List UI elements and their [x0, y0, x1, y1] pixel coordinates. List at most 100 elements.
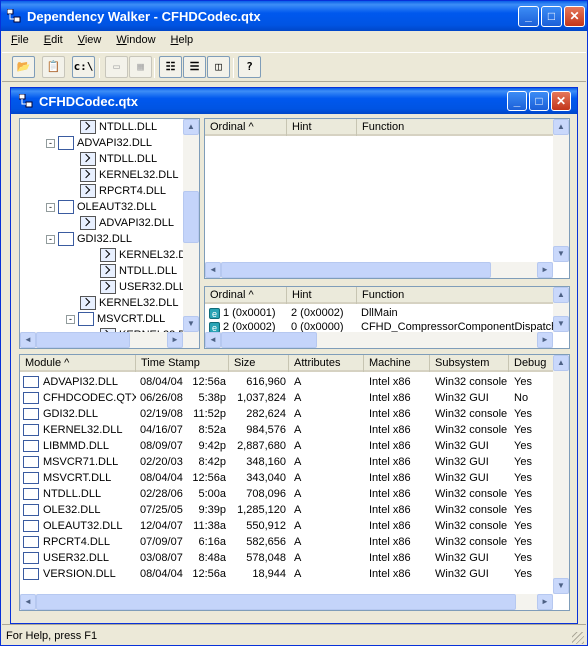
module-list[interactable]: Module ^ Time Stamp Size Attributes Mach… — [19, 354, 570, 611]
scroll-right-arrow-icon[interactable]: ► — [537, 262, 553, 278]
maximize-button[interactable]: □ — [541, 6, 562, 27]
col-size[interactable]: Size — [229, 355, 289, 372]
tree-node[interactable]: NTDLL.DLL — [80, 152, 157, 168]
module-row[interactable]: RPCRT4.DLL 07/09/07 6:16a 582,656 A Intel x86… — [20, 535, 555, 551]
col-subsystem[interactable]: Subsystem — [430, 355, 509, 372]
scroll-right-arrow-icon[interactable]: ► — [167, 332, 183, 348]
scroll-left-arrow-icon[interactable]: ◄ — [205, 262, 221, 278]
imports-hscroll-thumb[interactable] — [221, 262, 491, 278]
exports-list[interactable]: Ordinal ^ Hint Function e1 (0x0001) 2 (0x… — [204, 286, 570, 349]
col-machine[interactable]: Machine — [364, 355, 430, 372]
tree-node[interactable]: NTDLL.DLL — [80, 120, 157, 136]
save-icon[interactable]: 📋 — [42, 56, 65, 78]
tree-node[interactable]: - GDI32.DLL — [46, 232, 132, 248]
tree-hscroll[interactable]: ◄ ► — [20, 332, 183, 348]
scroll-up-arrow-icon[interactable]: ▲ — [553, 119, 569, 135]
module-row[interactable]: MSVCR71.DLL 02/20/03 8:42p 348,160 A Intel x8… — [20, 455, 555, 471]
exports-hscroll-thumb[interactable] — [221, 332, 317, 348]
module-row[interactable]: VERSION.DLL 08/04/04 12:56a 18,944 A Intel x8… — [20, 567, 555, 583]
doc-close-button[interactable]: ✕ — [551, 91, 571, 111]
scroll-up-arrow-icon[interactable]: ▲ — [183, 119, 199, 135]
tree-vscroll-thumb[interactable] — [183, 191, 199, 243]
scroll-up-arrow-icon[interactable]: ▲ — [553, 355, 569, 371]
modules-hscroll[interactable]: ◄ ► — [20, 594, 553, 610]
menu-view[interactable]: View — [69, 31, 108, 46]
exports-vscroll[interactable]: ▲ ▼ — [553, 287, 569, 332]
exports-hscroll[interactable]: ◄ ► — [205, 332, 553, 348]
col-hint[interactable]: Hint — [287, 287, 357, 304]
tree-node[interactable]: RPCRT4.DLL — [80, 184, 166, 200]
minimize-button[interactable]: _ — [518, 6, 539, 27]
module-row[interactable]: CFHDCODEC.QTX 06/26/08 5:38p 1,037,824 A Inte… — [20, 391, 555, 407]
close-button[interactable]: ✕ — [564, 6, 585, 27]
col-hint[interactable]: Hint — [287, 119, 357, 136]
scroll-down-arrow-icon[interactable]: ▼ — [553, 246, 569, 262]
document-title-bar[interactable]: CFHDCodec.qtx _ □ ✕ — [11, 88, 577, 114]
help-icon[interactable]: ? — [238, 56, 261, 78]
tree-hscroll-thumb[interactable] — [36, 332, 130, 348]
module-tree[interactable]: NTDLL.DLL - ADVAPI32.DLL NTDLL.DLL KERNEL32.… — [19, 118, 200, 349]
col-ordinal[interactable]: Ordinal ^ — [205, 119, 287, 136]
imports-vscroll[interactable]: ▲ ▼ — [553, 119, 569, 262]
scroll-right-arrow-icon[interactable]: ► — [537, 594, 553, 610]
tree-node[interactable]: USER32.DLL — [100, 280, 185, 296]
doc-minimize-button[interactable]: _ — [507, 91, 527, 111]
parent-imports-list[interactable]: Ordinal ^ Hint Function ▲ ▼ ◄ ► — [204, 118, 570, 279]
collapse-icon[interactable]: - — [46, 138, 55, 148]
tree-node[interactable]: - OLEAUT32.DLL — [46, 200, 156, 216]
module-row[interactable]: OLEAUT32.DLL 12/04/07 11:38a 550,912 A Intel … — [20, 519, 555, 535]
modules-vscroll[interactable]: ▲ ▼ — [553, 355, 569, 594]
scroll-left-arrow-icon[interactable]: ◄ — [20, 594, 36, 610]
scroll-left-arrow-icon[interactable]: ◄ — [205, 332, 221, 348]
command-prompt-icon[interactable]: c:\ — [72, 56, 95, 78]
scroll-down-arrow-icon[interactable]: ▼ — [553, 316, 569, 332]
menu-help[interactable]: Help — [162, 31, 200, 46]
scroll-left-arrow-icon[interactable]: ◄ — [20, 332, 36, 348]
tree-node[interactable]: NTDLL.DLL — [100, 264, 177, 280]
tree-vscroll[interactable]: ▲ ▼ — [183, 119, 199, 348]
col-module[interactable]: Module ^ — [20, 355, 136, 372]
module-row[interactable]: OLE32.DLL 07/25/05 9:39p 1,285,120 A Intel x8… — [20, 503, 555, 519]
col-attributes[interactable]: Attributes — [289, 355, 364, 372]
module-row[interactable]: KERNEL32.DLL 04/16/07 8:52a 984,576 A Intel x… — [20, 423, 555, 439]
module-row[interactable]: USER32.DLL 03/08/07 8:48a 578,048 A Intel x86… — [20, 551, 555, 567]
col-function[interactable]: Function — [357, 119, 555, 136]
tree-node[interactable]: KERNEL32.DLL — [80, 296, 179, 312]
open-folder-icon[interactable]: 📂 — [12, 56, 35, 78]
scroll-right-arrow-icon[interactable]: ► — [537, 332, 553, 348]
col-ordinal[interactable]: Ordinal ^ — [205, 287, 287, 304]
imports-hscroll[interactable]: ◄ ► — [205, 262, 553, 278]
module-row[interactable]: NTDLL.DLL 02/28/06 5:00a 708,096 A Intel x86 W… — [20, 487, 555, 503]
module-row[interactable]: GDI32.DLL 02/19/08 11:52p 282,624 A Intel x86… — [20, 407, 555, 423]
collapse-icon[interactable]: - — [46, 202, 55, 212]
modules-hscroll-thumb[interactable] — [36, 594, 516, 610]
copy-icon[interactable]: ▭ — [105, 56, 128, 78]
scroll-up-arrow-icon[interactable]: ▲ — [553, 287, 569, 303]
menu-file[interactable]: File — [2, 31, 35, 46]
cascade-icon[interactable]: ☷ — [159, 56, 182, 78]
menu-edit[interactable]: Edit — [35, 31, 69, 46]
doc-maximize-button[interactable]: □ — [529, 91, 549, 111]
collapse-icon[interactable]: - — [46, 234, 55, 244]
col-function[interactable]: Function — [357, 287, 555, 304]
tree-node[interactable]: ADVAPI32.DLL — [80, 216, 174, 232]
tree-node[interactable]: - MSVCRT.DLL — [66, 312, 165, 328]
scroll-down-arrow-icon[interactable]: ▼ — [183, 316, 199, 332]
col-time-stamp[interactable]: Time Stamp — [136, 355, 229, 372]
col-debug[interactable]: Debug — [509, 355, 555, 372]
tree-node[interactable]: - ADVAPI32.DLL — [46, 136, 152, 152]
resize-grip-icon[interactable] — [572, 632, 584, 644]
module-size: 578,048 — [246, 552, 286, 564]
module-name: OLEAUT32.DLL — [43, 520, 123, 532]
collapse-icon[interactable]: - — [66, 314, 75, 324]
module-row[interactable]: MSVCRT.DLL 08/04/04 12:56a 343,040 A Intel x8… — [20, 471, 555, 487]
menu-window[interactable]: Window — [107, 31, 161, 46]
module-row[interactable]: ADVAPI32.DLL 08/04/04 12:56a 616,960 A Intel … — [20, 375, 555, 391]
properties-icon[interactable]: ▦ — [129, 56, 152, 78]
module-row[interactable]: LIBMMD.DLL 08/09/07 9:42p 2,887,680 A Intel x… — [20, 439, 555, 455]
tile-vertical-icon[interactable]: ◫ — [207, 56, 230, 78]
tree-node[interactable]: KERNEL32.DLL — [80, 168, 179, 184]
scroll-down-arrow-icon[interactable]: ▼ — [553, 578, 569, 594]
tile-horizontal-icon[interactable]: ☰ — [183, 56, 206, 78]
title-bar[interactable]: Dependency Walker - CFHDCodec.qtx _ □ ✕ — [1, 1, 587, 31]
